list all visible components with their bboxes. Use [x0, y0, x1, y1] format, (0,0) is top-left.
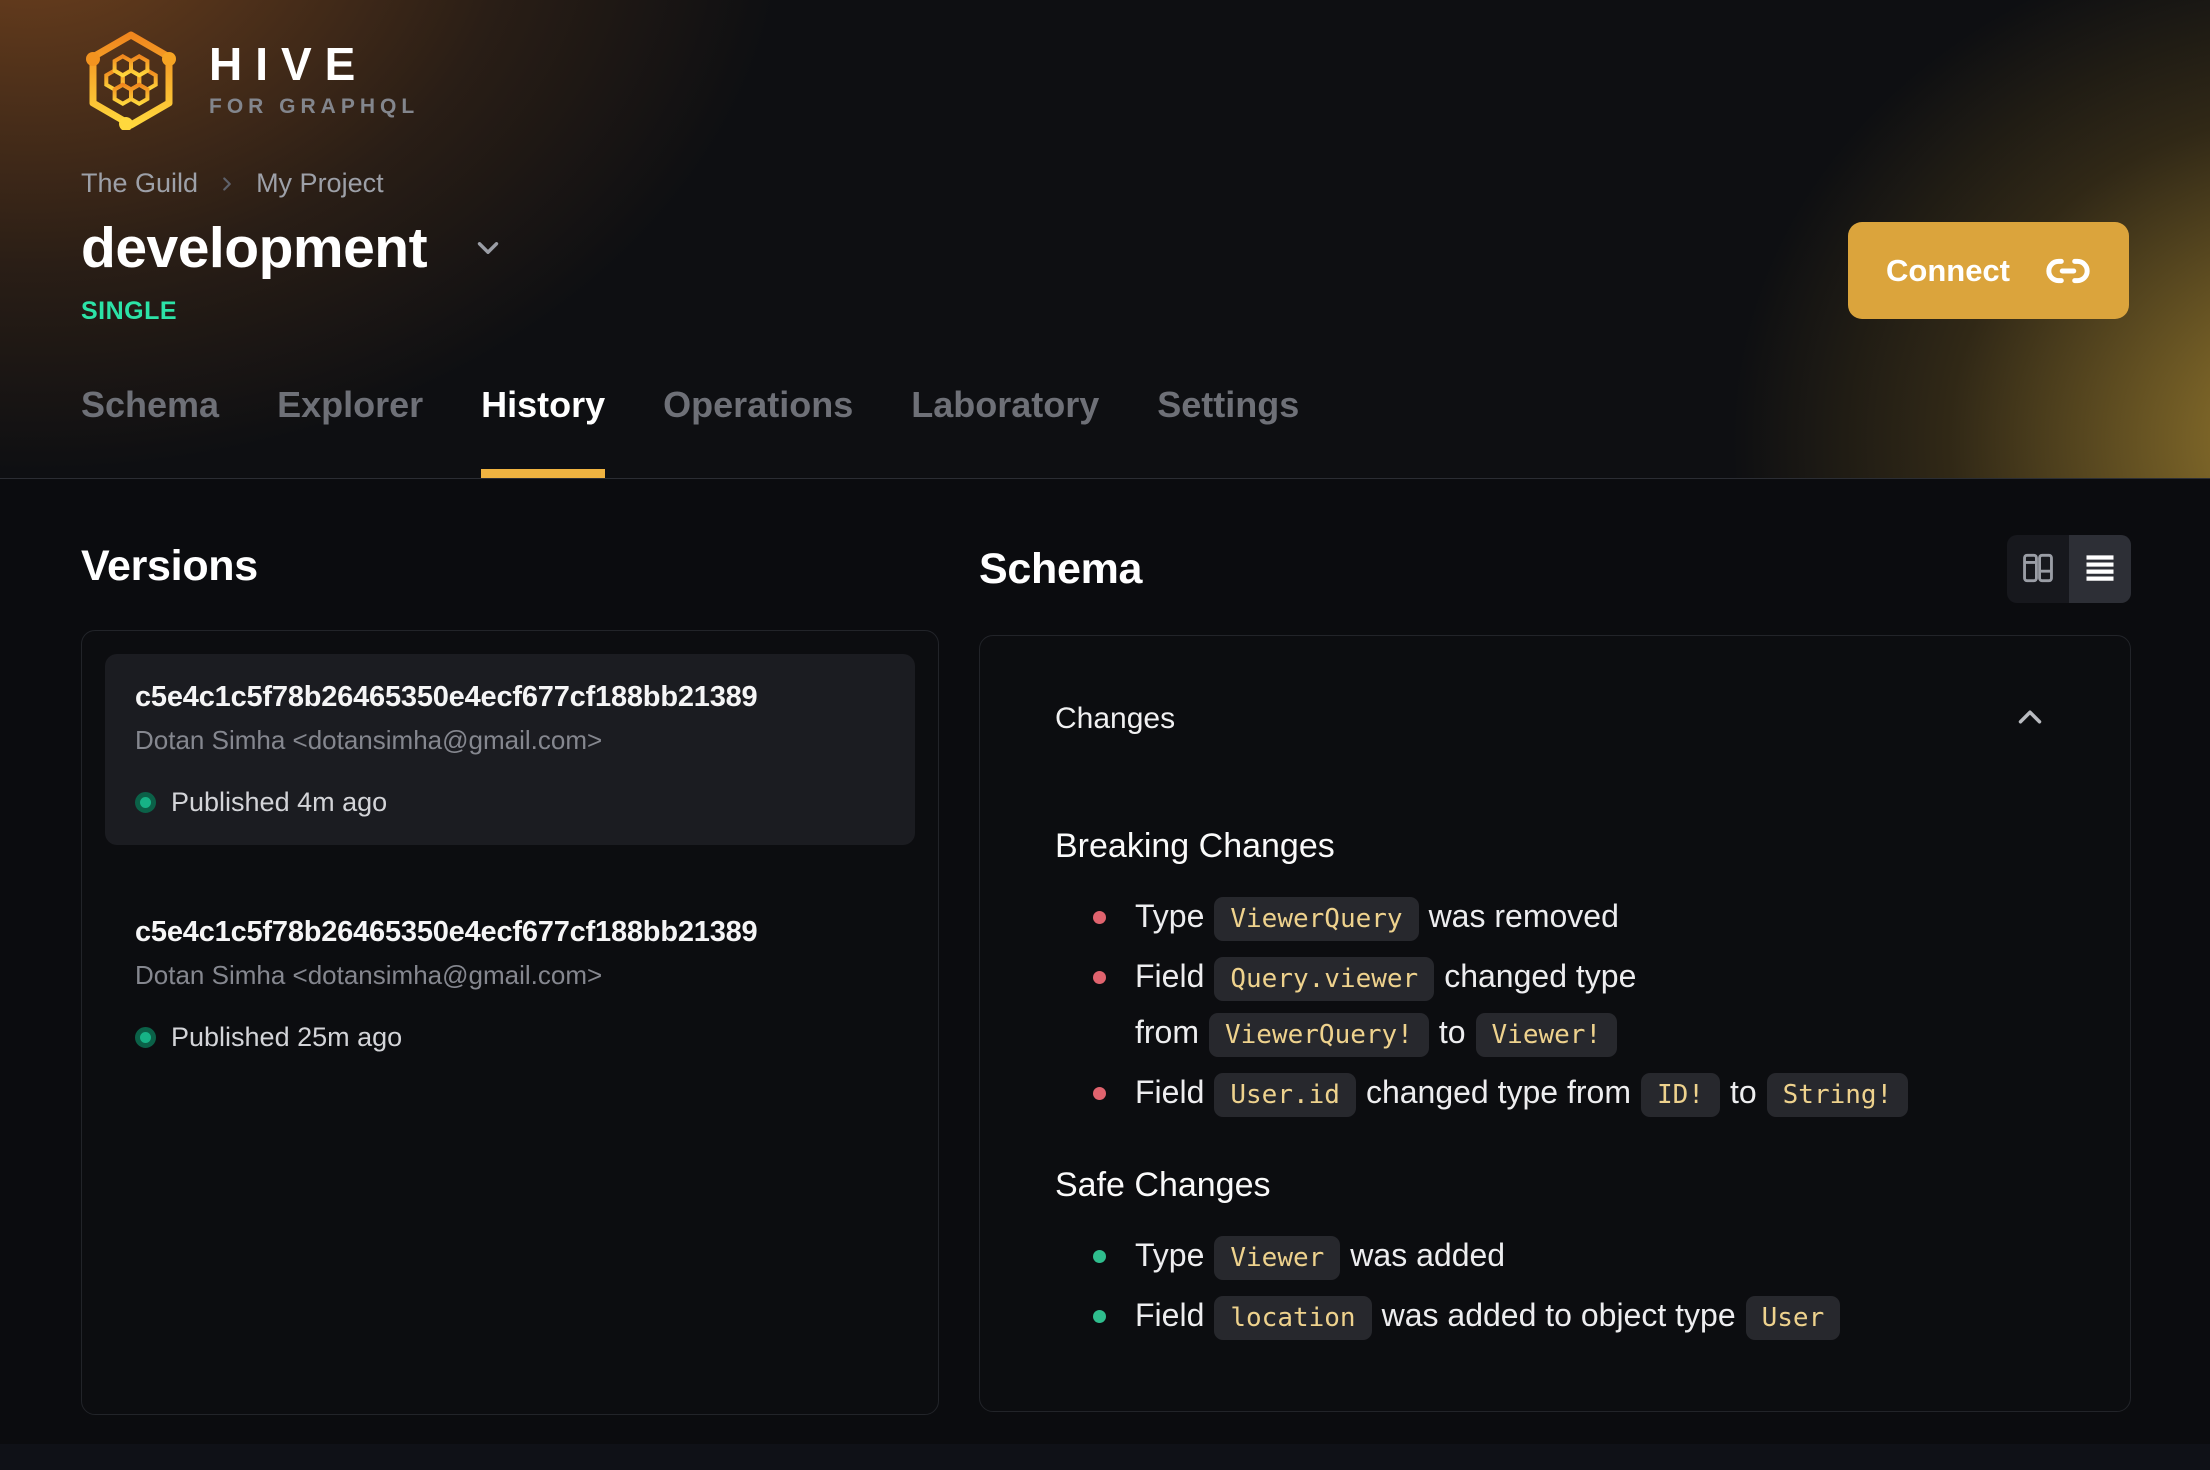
change-item: Type Viewer was added [1093, 1229, 2053, 1285]
breadcrumb-item[interactable]: The Guild [81, 168, 198, 199]
change-text: Type [1135, 898, 1205, 934]
change-item: Field location was added to object type Use… [1093, 1289, 2053, 1345]
versions-title: Versions [81, 542, 258, 590]
connect-button[interactable]: Connect [1848, 222, 2129, 319]
tab-operations[interactable]: Operations [663, 384, 853, 478]
changes-body: Breaking Changes Type ViewerQuery was remov… [1055, 827, 2053, 1345]
change-text: was added [1350, 1237, 1506, 1273]
columns-view-icon [2019, 549, 2057, 590]
change-item: Field Query.viewer changed type from Viewer… [1093, 950, 2053, 1062]
change-text: to [1438, 1014, 1466, 1050]
version-status: Published 25m ago [135, 1022, 885, 1053]
code-chip: ViewerQuery! [1209, 1013, 1429, 1057]
version-status-label: Published 4m ago [171, 787, 388, 817]
list-view-icon [2082, 550, 2118, 589]
page-header: HIVE FOR GRAPHQL The Guild My Project dev… [0, 0, 2210, 479]
version-hash: c5e4c1c5f78b26465350e4ecf677cf188bb21389 [135, 916, 758, 948]
target-mode-badge: SINGLE [81, 297, 178, 325]
tab-bar: Schema Explorer History Operations Laborator… [81, 384, 1299, 478]
change-text: Field [1135, 958, 1205, 994]
code-chip: Viewer [1214, 1236, 1341, 1280]
changes-header: Changes [1055, 694, 2053, 743]
code-chip: Viewer! [1475, 1013, 1618, 1057]
version-card[interactable]: c5e4c1c5f78b26465350e4ecf677cf188bb21389… [105, 889, 915, 1080]
published-status-dot [135, 792, 156, 813]
bottom-strip [0, 1444, 2210, 1470]
version-author: Dotan Simha <dotansimha@gmail.com> [135, 960, 603, 990]
split-view-button[interactable] [2007, 535, 2069, 603]
target-selector[interactable]: development [81, 215, 721, 281]
change-item: Type ViewerQuery was removed [1093, 890, 2053, 946]
change-text: to [1729, 1074, 1757, 1110]
version-status: Published 4m ago [135, 787, 885, 818]
change-text: Type [1135, 1237, 1205, 1273]
brand-name: HIVE [209, 38, 369, 90]
tab-schema[interactable]: Schema [81, 384, 219, 478]
version-list: c5e4c1c5f78b26465350e4ecf677cf188bb21389… [105, 654, 915, 1080]
tab-explorer[interactable]: Explorer [277, 384, 423, 478]
version-status-label: Published 25m ago [171, 1022, 403, 1052]
tab-laboratory[interactable]: Laboratory [911, 384, 1099, 478]
link-icon [2045, 248, 2091, 294]
hive-logo[interactable]: HIVE FOR GRAPHQL [81, 30, 701, 130]
breadcrumb-item[interactable]: My Project [256, 168, 384, 199]
tab-settings[interactable]: Settings [1157, 384, 1299, 478]
changes-title: Changes [1055, 701, 1176, 735]
page-title: development [81, 216, 428, 280]
change-text: Field [1135, 1074, 1205, 1110]
code-chip: Query.viewer [1214, 957, 1435, 1001]
chevron-down-icon [471, 231, 505, 265]
collapse-changes-button[interactable] [2007, 694, 2053, 743]
app-window: HIVE FOR GRAPHQL The Guild My Project dev… [0, 0, 2210, 1470]
safe-changes-title: Safe Changes [1055, 1166, 1271, 1204]
code-chip: location [1214, 1296, 1372, 1340]
schema-column: Schema Changes Breaking Changes Type Vie… [979, 535, 2131, 1415]
safe-changes-list: Type Viewer was added Field location was adde… [1093, 1229, 2053, 1345]
connect-button-label: Connect [1886, 252, 2010, 288]
breadcrumb: The Guild My Project [81, 168, 2129, 199]
code-chip: User [1745, 1296, 1841, 1340]
change-item: Field User.id changed type from ID! to String… [1093, 1066, 2053, 1122]
schema-title: Schema [979, 545, 1143, 593]
hive-logo-icon [86, 31, 176, 130]
code-chip: String! [1766, 1073, 1909, 1117]
code-chip: ID! [1640, 1073, 1720, 1117]
brand-tagline: FOR GRAPHQL [209, 95, 420, 118]
change-text: was removed [1428, 898, 1619, 934]
main-content: Versions c5e4c1c5f78b26465350e4ecf677cf1… [0, 479, 2210, 1415]
code-chip: ViewerQuery [1214, 897, 1419, 941]
versions-panel: c5e4c1c5f78b26465350e4ecf677cf188bb21389… [81, 630, 939, 1415]
brand-text: HIVE FOR GRAPHQL [209, 41, 419, 119]
version-hash: c5e4c1c5f78b26465350e4ecf677cf188bb21389 [135, 681, 758, 713]
change-text: Field [1135, 1297, 1205, 1333]
breaking-changes-list: Type ViewerQuery was removed Field Query.vie… [1093, 890, 2053, 1122]
chevron-up-icon [2011, 698, 2049, 739]
breaking-changes-title: Breaking Changes [1055, 827, 1335, 865]
versions-column: Versions c5e4c1c5f78b26465350e4ecf677cf1… [81, 543, 939, 1415]
tab-history[interactable]: History [481, 384, 606, 478]
code-chip: User.id [1214, 1073, 1356, 1117]
schema-header: Schema [979, 535, 2131, 603]
change-text: was added to object type [1381, 1297, 1736, 1333]
chevron-right-icon [216, 173, 238, 195]
view-toggle [2007, 535, 2131, 603]
change-text: changed type from [1365, 1074, 1631, 1110]
changes-panel: Changes Breaking Changes Type ViewerQuery w… [979, 635, 2131, 1412]
version-author: Dotan Simha <dotansimha@gmail.com> [135, 725, 603, 755]
list-view-button[interactable] [2069, 535, 2131, 603]
published-status-dot [135, 1027, 156, 1048]
version-card[interactable]: c5e4c1c5f78b26465350e4ecf677cf188bb21389… [105, 654, 915, 845]
